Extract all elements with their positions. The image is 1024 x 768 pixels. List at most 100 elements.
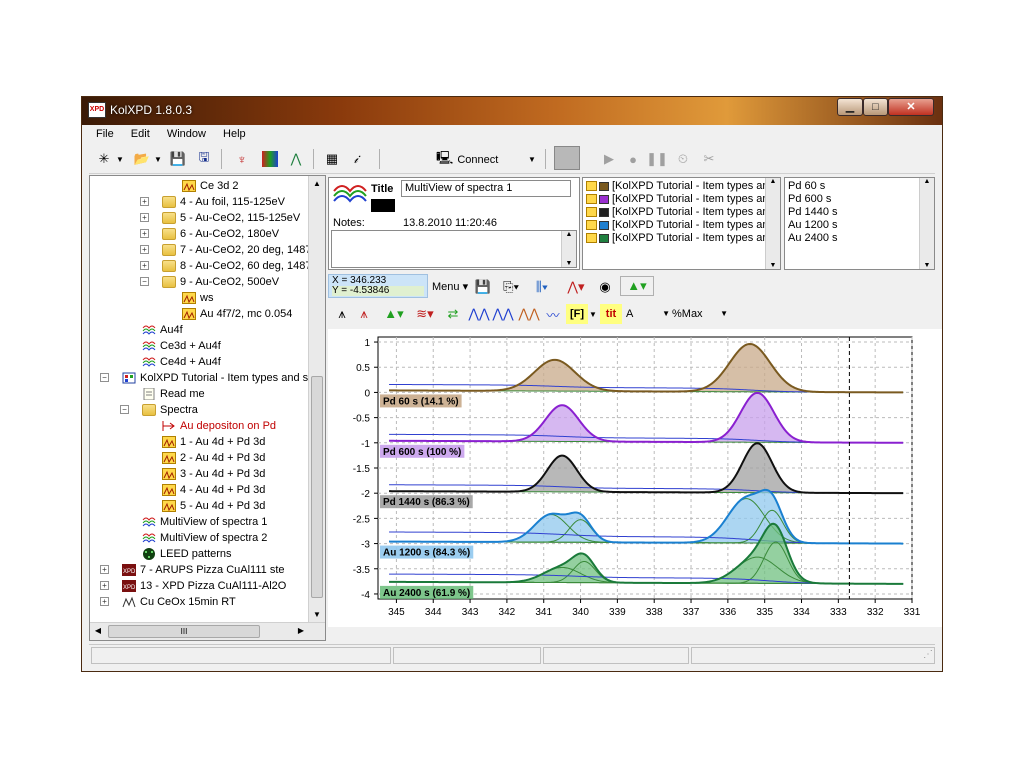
- expand-icon[interactable]: +: [100, 565, 109, 574]
- component-icon[interactable]: ▲▾: [380, 304, 408, 324]
- shift-icon[interactable]: ⇄: [442, 304, 464, 324]
- expand-icon[interactable]: +: [100, 597, 109, 606]
- tree-item[interactable]: 5 - Au 4d + Pd 3d: [162, 498, 265, 514]
- tree-item[interactable]: Ce3d + Au4f: [142, 338, 221, 354]
- spectrum-tool-icon[interactable]: ⋀: [285, 149, 307, 169]
- maximize-button[interactable]: □: [863, 98, 888, 116]
- tree-item[interactable]: LEED patterns: [142, 546, 232, 562]
- series-name-item[interactable]: Au 1200 s: [788, 219, 838, 232]
- new-dropdown-arrow[interactable]: ▼: [115, 149, 125, 169]
- spectra-scroll-up[interactable]: ▲: [766, 178, 780, 185]
- color-map-icon[interactable]: [259, 149, 281, 169]
- tree-item[interactable]: 3 - Au 4d + Pd 3d: [162, 466, 265, 482]
- tree-item[interactable]: − KolXPD Tutorial - Item types and sa: [100, 370, 314, 386]
- notes-textarea[interactable]: ▲ ▼: [331, 230, 577, 268]
- graph-menu-button[interactable]: Menu ▾: [432, 277, 468, 297]
- series-color-swatch[interactable]: [599, 207, 609, 217]
- tree-vertical-scrollbar[interactable]: ▲ ▼: [308, 176, 325, 623]
- graph-peak-icon[interactable]: ⋀▾: [562, 277, 590, 297]
- font-dropdown-arrow[interactable]: ▼: [588, 304, 598, 324]
- peaks-orange-icon[interactable]: ⋀⋀: [518, 304, 540, 324]
- graph-fill-toggle[interactable]: ▲▾: [620, 276, 654, 296]
- spectra-chart-svg[interactable]: 345 344 343 342 341 340 339 338 337 336 335 334 333 3…: [328, 329, 942, 627]
- expand-icon[interactable]: +: [100, 581, 109, 590]
- tree-item[interactable]: 4 - Au 4d + Pd 3d: [162, 482, 265, 498]
- spectra-list-item[interactable]: [KolXPD Tutorial - Item types and s: [586, 206, 780, 219]
- graph-copy-icon[interactable]: ⎘▾: [498, 277, 524, 297]
- resize-grip[interactable]: ⋰: [923, 649, 933, 666]
- menu-edit[interactable]: Edit: [124, 125, 157, 143]
- tree-horizontal-scrollbar[interactable]: ◀ III ▶: [90, 622, 325, 640]
- save-icon[interactable]: 💾: [167, 149, 189, 169]
- tree-item[interactable]: Au4f: [142, 322, 183, 338]
- play-icon[interactable]: ▶: [599, 149, 619, 169]
- menu-file[interactable]: File: [89, 125, 121, 143]
- save-all-icon[interactable]: 🖫: [193, 149, 215, 169]
- baseline-icon[interactable]: ⩚: [332, 304, 352, 324]
- series-scrollbar[interactable]: ▲ ▼: [919, 178, 934, 269]
- peaks-fill-icon[interactable]: ⋀⋀: [492, 304, 514, 324]
- graph-camera-icon[interactable]: ◉: [594, 277, 616, 297]
- expand-icon[interactable]: +: [140, 213, 149, 222]
- menu-window[interactable]: Window: [160, 125, 213, 143]
- expand-icon[interactable]: +: [140, 245, 149, 254]
- expand-icon[interactable]: +: [140, 197, 149, 206]
- connect-button[interactable]: 🖳 Connect: [435, 149, 537, 171]
- tree-item[interactable]: +8 - Au-CeO2, 60 deg, 1487eV: [140, 258, 325, 274]
- title-toggle-button[interactable]: tit: [600, 304, 622, 324]
- scroll-up-arrow[interactable]: ▲: [309, 176, 325, 192]
- title-bar[interactable]: XPD KolXPD 1.8.0.3 ▁ □ ✕: [82, 97, 942, 125]
- notes-scroll-up[interactable]: ▲: [562, 231, 576, 238]
- collapse-icon[interactable]: −: [120, 405, 129, 414]
- tree-item[interactable]: Read me: [142, 386, 205, 402]
- peak-fit-icon[interactable]: ♆: [231, 149, 253, 169]
- expand-icon[interactable]: +: [140, 261, 149, 270]
- series-name-item[interactable]: Au 2400 s: [788, 232, 838, 245]
- tree-item[interactable]: Au depositon on Pd: [162, 418, 276, 434]
- background-icon[interactable]: ⩚: [354, 304, 374, 324]
- spectrum-wave-icon[interactable]: 〰: [542, 304, 564, 324]
- tree-item[interactable]: +5 - Au-CeO2, 115-125eV: [140, 210, 300, 226]
- close-button[interactable]: ✕: [888, 98, 934, 116]
- spectra-scroll-down[interactable]: ▼: [766, 262, 780, 269]
- scroll-right-arrow[interactable]: ▶: [293, 623, 309, 639]
- tree-item[interactable]: +4 - Au foil, 115-125eV: [140, 194, 285, 210]
- info-icon[interactable]: 𝒾: [345, 149, 367, 169]
- series-color-swatch[interactable]: [599, 194, 609, 204]
- minimize-button[interactable]: ▁: [837, 98, 863, 116]
- series-color-swatch[interactable]: [599, 181, 609, 191]
- spectra-list-item[interactable]: [KolXPD Tutorial - Item types and s: [586, 219, 780, 232]
- expand-icon[interactable]: +: [140, 229, 149, 238]
- graph-save-icon[interactable]: 💾: [474, 277, 492, 297]
- tree-item[interactable]: Ce 3d 2: [182, 178, 239, 194]
- scroll-left-arrow[interactable]: ◀: [90, 623, 106, 639]
- spectra-list-item[interactable]: [KolXPD Tutorial - Item types and s: [586, 180, 780, 193]
- save-timer-icon[interactable]: ⏲: [673, 149, 693, 169]
- spectra-list-scrollbar[interactable]: ▲ ▼: [765, 178, 780, 269]
- tree-item[interactable]: 1 - Au 4d + Pd 3d: [162, 434, 265, 450]
- title-input[interactable]: MultiView of spectra 1: [401, 180, 571, 197]
- peaks-blue-icon[interactable]: ⋀⋀: [468, 304, 490, 324]
- notes-scroll-down[interactable]: ▼: [562, 260, 576, 267]
- tree-item[interactable]: + XPD 13 - XPD Pizza CuAl111-Al2O: [100, 578, 286, 594]
- series-scroll-down[interactable]: ▼: [920, 262, 934, 269]
- pause-icon[interactable]: ❚❚: [646, 149, 668, 169]
- tree-item[interactable]: MultiView of spectra 1: [142, 514, 267, 530]
- connect-dropdown-arrow[interactable]: ▼: [527, 149, 537, 169]
- tree-item[interactable]: MultiView of spectra 2: [142, 530, 267, 546]
- title-color-swatch[interactable]: [371, 199, 395, 212]
- new-item-icon[interactable]: ✳: [93, 149, 115, 169]
- tree-item[interactable]: + Cu CeOx 15min RT: [100, 594, 236, 610]
- table-icon[interactable]: ▦: [321, 149, 343, 169]
- series-name-item[interactable]: Pd 1440 s: [788, 206, 838, 219]
- series-name-item[interactable]: Pd 600 s: [788, 193, 831, 206]
- font-button[interactable]: [F]: [566, 304, 588, 324]
- stack-icon[interactable]: ≋▾: [410, 304, 440, 324]
- tree-item[interactable]: Au 4f7/2, mc 0.054: [182, 306, 292, 322]
- tree-item[interactable]: ws: [182, 290, 213, 306]
- collapse-icon[interactable]: −: [100, 373, 109, 382]
- scissors-icon[interactable]: ✂: [699, 149, 719, 169]
- tree-scroll-thumb[interactable]: [311, 376, 323, 598]
- spectra-list-item[interactable]: [KolXPD Tutorial - Item types and s: [586, 232, 780, 245]
- graph-lines-icon[interactable]: ⫼▾: [528, 277, 556, 297]
